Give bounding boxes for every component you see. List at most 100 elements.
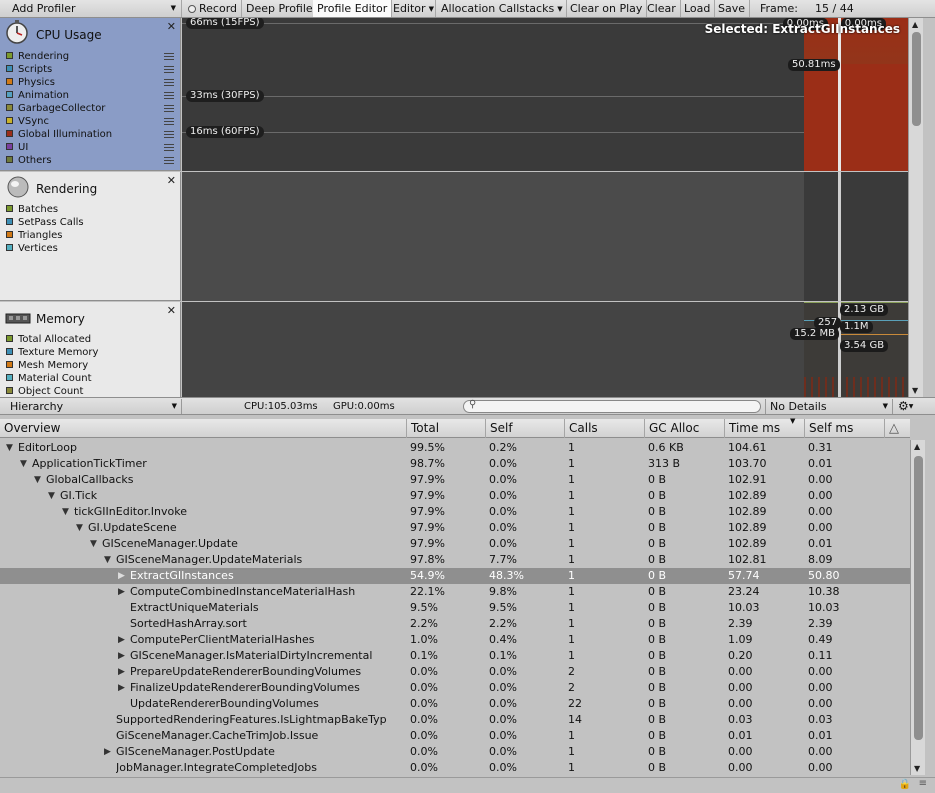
table-row[interactable]: ▼ GI.UpdateScene 97.9% 0.0% 1 0 B 102.89 0.00 [0, 520, 910, 536]
drag-handle-icon[interactable] [164, 131, 174, 138]
gear-icon[interactable]: ⚙▼ [898, 399, 913, 414]
column-self-ms[interactable]: Self ms [804, 419, 884, 438]
legend-item[interactable]: Total Allocated [6, 333, 176, 346]
add-profiler-dropdown[interactable]: Add Profiler ▼ [0, 0, 182, 17]
legend-item[interactable]: UI [6, 141, 176, 154]
expand-open-icon[interactable]: ▼ [62, 504, 69, 520]
lock-icon[interactable]: 🔒 [899, 779, 911, 790]
close-icon[interactable]: ✕ [167, 304, 176, 317]
rendering-graph[interactable] [182, 172, 908, 301]
table-row[interactable]: UpdateRendererBoundingVolumes 0.0% 0.0% 22 0… [0, 696, 910, 712]
expand-open-icon[interactable]: ▼ [20, 456, 27, 472]
legend-item[interactable]: Others [6, 154, 176, 167]
expand-open-icon[interactable]: ▼ [48, 488, 55, 504]
table-row[interactable]: ExtractUniqueMaterials 9.5% 9.5% 1 0 B 10.03 1… [0, 600, 910, 616]
clear-on-play-button[interactable]: Clear on Play [566, 0, 648, 17]
table-row[interactable]: ▼ EditorLoop 99.5% 0.2% 1 0.6 KB 104.61 0.31 [0, 440, 910, 456]
memory-legend[interactable]: Memory ✕ Total Allocated Texture Memory Me… [0, 302, 181, 397]
details-mode-dropdown[interactable]: No Details ▼ [765, 399, 893, 414]
table-row[interactable]: ▼ ApplicationTickTimer 98.7% 0.0% 1 313 B 103.… [0, 456, 910, 472]
expand-closed-icon[interactable]: ▶ [118, 584, 125, 600]
table-row[interactable]: ▶ PrepareUpdateRendererBoundingVolumes 0.0… [0, 664, 910, 680]
editor-target-dropdown[interactable]: Editor ▼ [389, 0, 436, 17]
rendering-legend[interactable]: Rendering ✕ Batches SetPass Calls Triangle… [0, 172, 181, 301]
cpu-usage-legend[interactable]: CPU Usage ✕ Rendering Scripts Physics Anima… [0, 18, 181, 171]
view-mode-dropdown[interactable]: Hierarchy ▼ [0, 399, 182, 414]
drag-handle-icon[interactable] [164, 92, 174, 99]
legend-item[interactable]: Physics [6, 76, 176, 89]
legend-item[interactable]: Material Count [6, 372, 176, 385]
column-self[interactable]: Self [485, 419, 564, 438]
menu-icon[interactable]: ≡ [919, 778, 927, 789]
table-row[interactable]: ▼ tickGIInEditor.Invoke 97.9% 0.0% 1 0 B 102.8… [0, 504, 910, 520]
profile-editor-button[interactable]: Profile Editor [313, 0, 393, 17]
search-input[interactable]: ⚲ [463, 399, 761, 413]
legend-item[interactable]: VSync [6, 115, 176, 128]
column-warnings[interactable]: △ [884, 419, 910, 438]
table-scrollbar[interactable]: ▲ ▼ [910, 440, 925, 775]
expand-open-icon[interactable]: ▼ [34, 472, 41, 488]
legend-item[interactable]: Triangles [6, 229, 176, 242]
table-row[interactable]: GiSceneManager.CacheTrimJob.Issue 0.0% 0.0… [0, 728, 910, 744]
column-calls[interactable]: Calls [564, 419, 644, 438]
drag-handle-icon[interactable] [164, 105, 174, 112]
table-row[interactable]: SortedHashArray.sort 2.2% 2.2% 1 0 B 2.39 2.39 [0, 616, 910, 632]
table-row[interactable]: ▶ ComputeCombinedInstanceMaterialHash 22.1… [0, 584, 910, 600]
record-button[interactable]: Record [184, 0, 243, 17]
scroll-up-icon[interactable]: ▲ [914, 442, 920, 451]
frame-cursor[interactable] [838, 18, 841, 171]
legend-item[interactable]: Scripts [6, 63, 176, 76]
scroll-up-icon[interactable]: ▲ [912, 20, 918, 29]
expand-closed-icon[interactable]: ▶ [118, 568, 125, 584]
drag-handle-icon[interactable] [164, 144, 174, 151]
table-row[interactable]: JobManager.IntegrateCompletedJobs 0.0% 0.0… [0, 760, 910, 775]
frame-cursor[interactable] [838, 172, 841, 301]
scroll-down-icon[interactable]: ▼ [912, 386, 918, 395]
table-row[interactable]: SupportedRenderingFeatures.IsLightmapBak… [0, 712, 910, 728]
expand-open-icon[interactable]: ▼ [76, 520, 83, 536]
legend-item[interactable]: Vertices [6, 242, 176, 255]
expand-open-icon[interactable]: ▼ [90, 536, 97, 552]
table-row[interactable]: ▶ GISceneManager.PostUpdate 0.0% 0.0% 1 0 B 0.… [0, 744, 910, 760]
table-scroll-thumb[interactable] [914, 456, 923, 740]
scroll-down-icon[interactable]: ▼ [914, 764, 920, 773]
table-row[interactable]: ▼ GI.Tick 97.9% 0.0% 1 0 B 102.89 0.00 [0, 488, 910, 504]
save-button[interactable]: Save [714, 0, 751, 17]
column-total[interactable]: Total [406, 419, 485, 438]
load-button[interactable]: Load [680, 0, 716, 17]
table-row[interactable]: ▼ GlobalCallbacks 97.9% 0.0% 1 0 B 102.91 0.00 [0, 472, 910, 488]
table-row[interactable]: ▶ FinalizeUpdateRendererBoundingVolumes 0.… [0, 680, 910, 696]
legend-item[interactable]: Animation [6, 89, 176, 102]
legend-item[interactable]: GarbageCollector [6, 102, 176, 115]
allocation-callstacks-dropdown[interactable]: Allocation Callstacks ▼ [437, 0, 567, 17]
column-gc-alloc[interactable]: GC Alloc [644, 419, 724, 438]
expand-closed-icon[interactable]: ▶ [104, 744, 111, 760]
expand-closed-icon[interactable]: ▶ [118, 632, 125, 648]
memory-graph[interactable]: 2.13 GB 257 1.1M 15.2 MB 3.54 GB [182, 302, 908, 397]
legend-item[interactable]: Batches [6, 203, 176, 216]
expand-open-icon[interactable]: ▼ [6, 440, 13, 456]
close-icon[interactable]: ✕ [167, 20, 176, 33]
drag-handle-icon[interactable] [164, 157, 174, 164]
drag-handle-icon[interactable] [164, 53, 174, 60]
column-overview[interactable]: Overview [0, 419, 406, 438]
drag-handle-icon[interactable] [164, 118, 174, 125]
drag-handle-icon[interactable] [164, 66, 174, 73]
legend-item[interactable]: Object Count [6, 385, 176, 397]
table-row[interactable]: ▶ GISceneManager.IsMaterialDirtyIncrement… [0, 648, 910, 664]
expand-closed-icon[interactable]: ▶ [118, 648, 125, 664]
legend-item[interactable]: Global Illumination [6, 128, 176, 141]
expand-closed-icon[interactable]: ▶ [118, 680, 125, 696]
expand-open-icon[interactable]: ▼ [104, 552, 111, 568]
drag-handle-icon[interactable] [164, 79, 174, 86]
table-row[interactable]: ▼ GISceneManager.Update 97.9% 0.0% 1 0 B 102.8… [0, 536, 910, 552]
close-icon[interactable]: ✕ [167, 174, 176, 187]
graph-scroll-thumb[interactable] [912, 32, 921, 126]
legend-item[interactable]: Rendering [6, 50, 176, 63]
graph-scrollbar[interactable]: ▲ ▼ [908, 18, 923, 397]
deep-profile-button[interactable]: Deep Profile [242, 0, 318, 17]
clear-button[interactable]: Clear [643, 0, 681, 17]
cpu-usage-graph[interactable]: 66ms (15FPS) 33ms (30FPS) 16ms (60FPS) 0… [182, 18, 908, 171]
legend-item[interactable]: Mesh Memory [6, 359, 176, 372]
legend-item[interactable]: Texture Memory [6, 346, 176, 359]
